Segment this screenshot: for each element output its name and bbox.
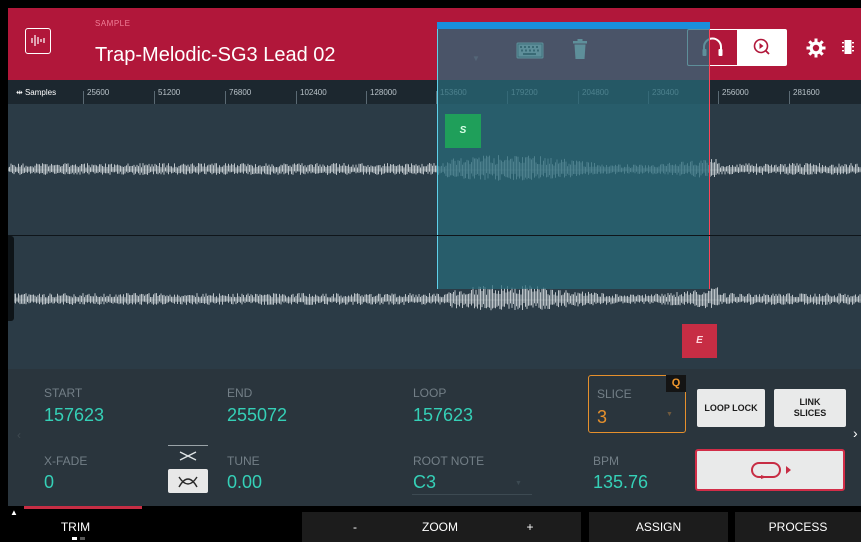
play-loop-button[interactable] — [695, 449, 845, 491]
root-note-label: ROOT NOTE — [413, 454, 485, 468]
xfade-linear-button[interactable] — [168, 445, 208, 465]
end-label: END — [227, 386, 253, 400]
trim-active-indicator — [24, 506, 142, 509]
ruler-tick: 51200 — [153, 88, 181, 104]
ruler-unit-label: ⇹ Samples — [16, 88, 57, 97]
link-slices-button[interactable]: LINK SLICES — [774, 389, 846, 427]
zoom-in-button[interactable]: + — [515, 512, 545, 542]
waveform-display — [8, 155, 861, 311]
zoom-label: ZOOM — [422, 520, 458, 534]
process-button[interactable]: PROCESS — [735, 512, 861, 542]
chevron-left-icon[interactable]: ‹ — [17, 428, 21, 442]
tune-value[interactable]: 0.00 — [227, 472, 262, 493]
ruler-tick: 76800 — [224, 88, 252, 104]
sample-ruler: ⇹ Samples 25600 51200 76800 102400 12800… — [8, 80, 861, 104]
zoom-play-icon[interactable] — [737, 30, 786, 65]
slice-label: SLICE — [597, 387, 632, 401]
selection-bar[interactable] — [437, 22, 710, 29]
chevron-right-icon[interactable]: › — [853, 425, 858, 441]
ruler-tick: 256000 — [718, 88, 749, 104]
root-note-chevron-icon[interactable]: ▼ — [515, 480, 522, 487]
quantize-badge[interactable]: Q — [666, 375, 686, 392]
ruler-tick: 102400 — [296, 88, 327, 104]
slice-chevron-icon[interactable]: ▼ — [666, 411, 673, 418]
start-label: START — [44, 386, 83, 400]
channel-divider — [8, 235, 861, 236]
header-bar: SAMPLE Trap-Melodic-SG3 Lead 02 ▼ — [8, 8, 861, 80]
end-value[interactable]: 255072 — [227, 405, 287, 426]
assign-button[interactable]: ASSIGN — [589, 512, 728, 542]
zoom-out-button[interactable]: - — [340, 512, 370, 542]
bpm-value[interactable]: 135.76 — [593, 472, 648, 493]
loop-lock-button[interactable]: LOOP LOCK — [697, 389, 765, 427]
bpm-label: BPM — [593, 454, 620, 468]
sample-section-label: SAMPLE — [95, 19, 131, 28]
side-handle[interactable] — [8, 236, 14, 321]
root-note-value[interactable]: C3 — [413, 472, 436, 493]
gear-icon[interactable] — [806, 38, 826, 58]
loop-label: LOOP — [413, 386, 447, 400]
waveform-area[interactable]: ⇹ Samples 25600 51200 76800 102400 12800… — [8, 80, 861, 369]
sample-name-select[interactable]: Trap-Melodic-SG3 Lead 02 — [95, 44, 336, 67]
start-marker[interactable]: S — [445, 114, 481, 148]
waveform-menu-icon[interactable] — [25, 28, 51, 54]
chip-icon[interactable] — [842, 39, 854, 55]
selected-region[interactable] — [437, 24, 710, 289]
root-note-underline — [412, 494, 532, 495]
slice-value[interactable]: 3 — [597, 407, 607, 428]
xfade-curve-button[interactable] — [168, 469, 208, 493]
end-marker[interactable]: E — [682, 324, 717, 358]
loop-play-icon — [751, 462, 791, 479]
ruler-tick: 128000 — [366, 88, 397, 104]
xfade-label: X-FADE — [44, 454, 88, 468]
loop-value[interactable]: 157623 — [413, 405, 473, 426]
tune-label: TUNE — [227, 454, 260, 468]
xfade-value[interactable]: 0 — [44, 472, 54, 493]
ruler-tick: 281600 — [789, 88, 820, 104]
start-value[interactable]: 157623 — [44, 405, 104, 426]
page-dots — [72, 537, 85, 540]
ruler-tick: 25600 — [82, 88, 110, 104]
